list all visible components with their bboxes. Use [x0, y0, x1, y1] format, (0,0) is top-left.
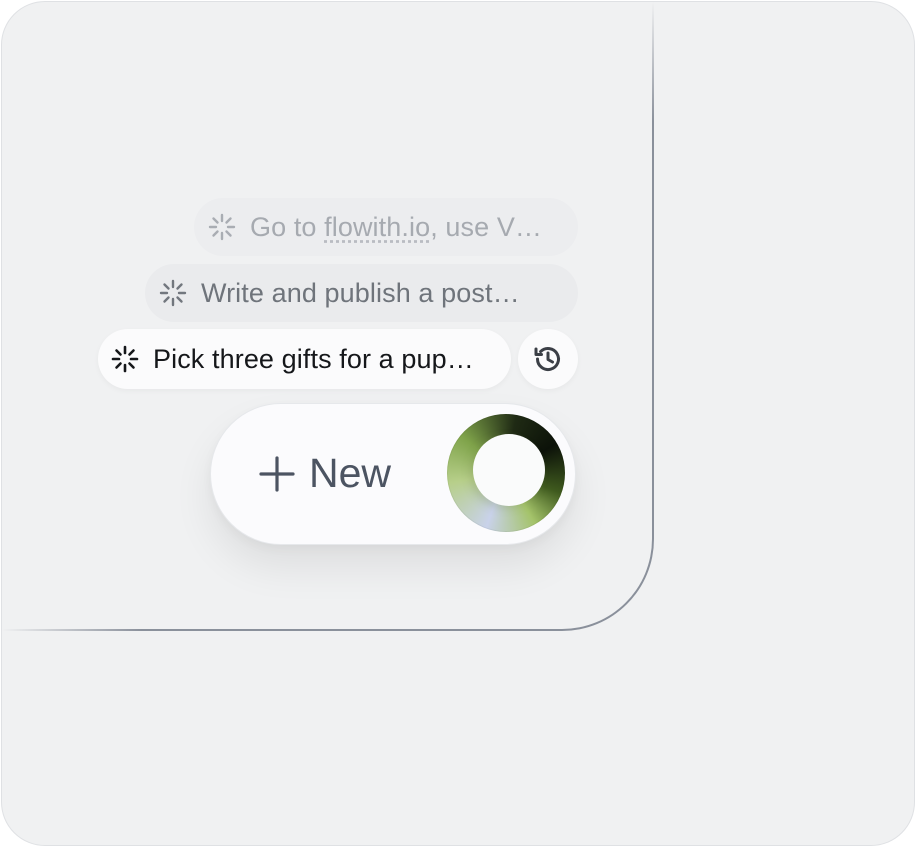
- task-item-pick-gifts[interactable]: Pick three gifts for a pup…: [98, 329, 511, 389]
- task-item-flowith[interactable]: Go to flowith.io, use V…: [194, 198, 578, 256]
- new-task-button[interactable]: New: [210, 403, 576, 545]
- assistant-orb-icon: [447, 414, 565, 532]
- history-icon: [534, 347, 560, 372]
- new-button-label: New: [309, 450, 392, 496]
- spinner-icon: [159, 279, 187, 307]
- task-label: Write and publish a post…: [201, 277, 520, 308]
- history-button[interactable]: [518, 329, 578, 389]
- task-label: Go to flowith.io, use V…: [250, 211, 543, 242]
- plus-icon: [259, 455, 295, 492]
- task-label: Pick three gifts for a pup…: [153, 343, 474, 374]
- spinner-icon: [111, 345, 139, 373]
- flowith-link[interactable]: flowith.io: [324, 212, 430, 242]
- task-item-publish-post[interactable]: Write and publish a post…: [145, 264, 578, 322]
- app-frame: Go to flowith.io, use V… Write and publi…: [1, 1, 915, 846]
- spinner-icon: [208, 213, 236, 241]
